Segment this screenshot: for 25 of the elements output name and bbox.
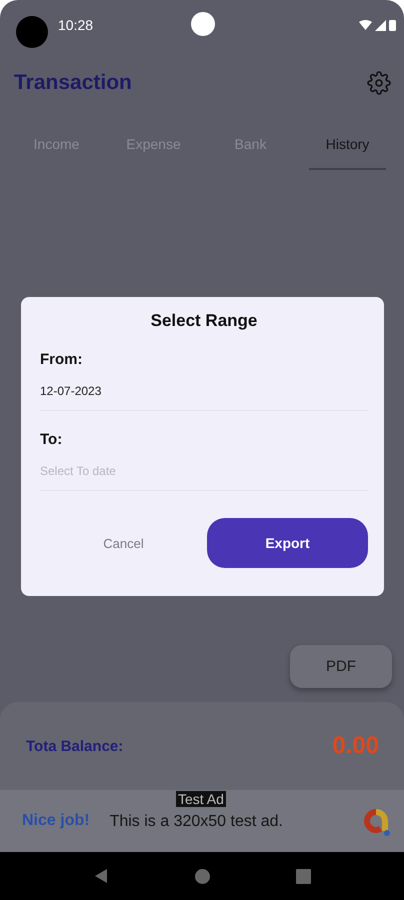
status-time: 10:28 (58, 17, 94, 33)
date-field[interactable]: 12-07-2023 (40, 368, 368, 411)
home-icon[interactable] (195, 868, 210, 884)
recents-icon[interactable] (296, 868, 311, 884)
tab[interactable]: History (309, 116, 386, 170)
balance-label: Tota Balance: (26, 738, 124, 754)
battery-icon (389, 19, 396, 31)
ad-headline: Nice job! (22, 812, 90, 830)
wifi-icon (359, 20, 372, 30)
cancel-button[interactable]: Cancel (40, 518, 207, 568)
field-label: From: (40, 351, 84, 368)
settings-icon[interactable] (367, 71, 391, 95)
dialog-title: Select Range (150, 311, 258, 331)
back-icon[interactable] (93, 868, 109, 884)
ad-text: This is a 320x50 test ad. (110, 813, 284, 831)
page-title: Transaction (14, 71, 132, 95)
balance-amount: 0.00 (332, 732, 379, 760)
signal-icon (375, 20, 386, 30)
date-field[interactable]: Select To date (40, 448, 368, 491)
pdf-button[interactable]: PDF (290, 645, 392, 688)
export-button[interactable]: Export (207, 518, 368, 568)
field-label: To: (40, 431, 64, 448)
ad-badge: Test Ad (176, 791, 226, 807)
dot-icon (191, 12, 215, 36)
ad-banner[interactable]: Test Ad Nice job! This is a 320x50 test ad. (0, 790, 404, 852)
